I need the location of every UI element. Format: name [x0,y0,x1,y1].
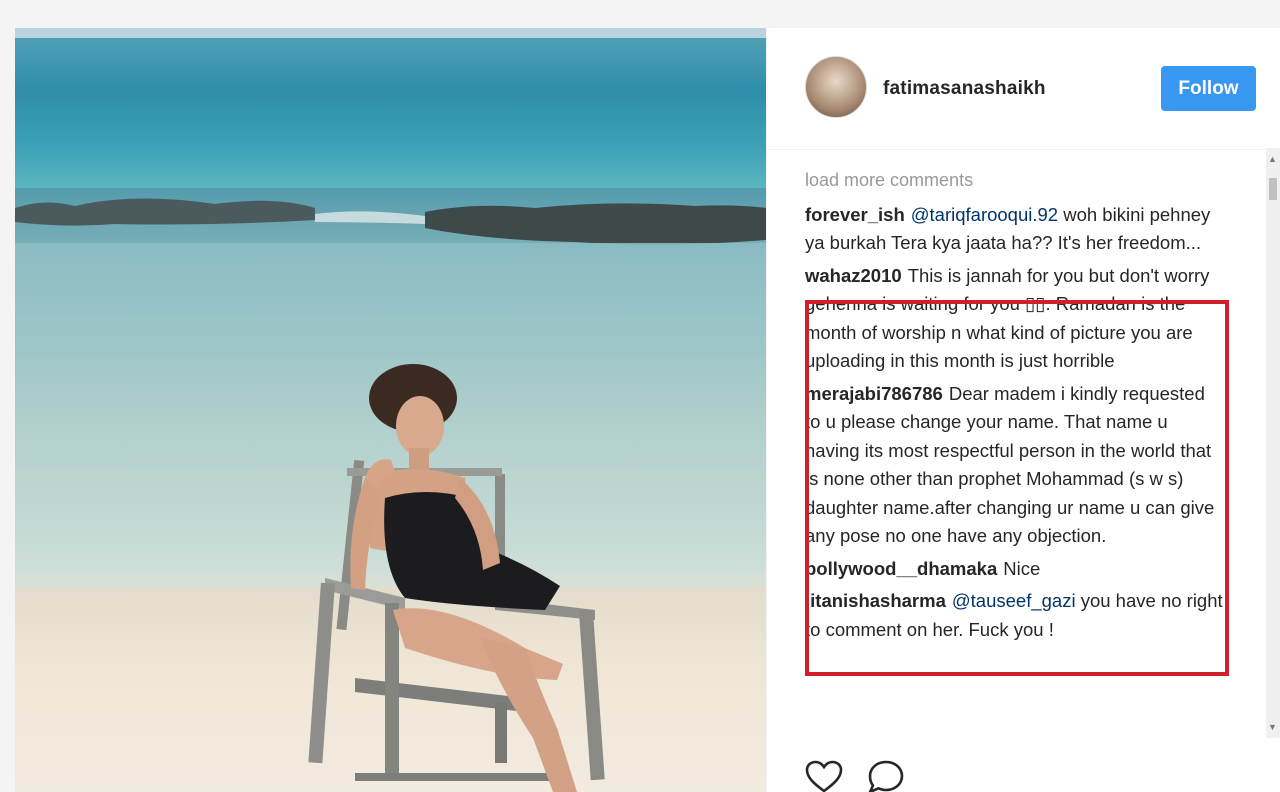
scroll-up-arrow-icon[interactable]: ▲ [1268,154,1277,164]
woman-on-chair [308,364,605,792]
comment-mention[interactable]: @tariqfarooqui.92 [911,204,1058,225]
heart-icon[interactable] [805,760,843,792]
load-more-comments-link[interactable]: load more comments [805,166,1225,195]
comment-item: forever_ish @tariqfarooqui.92 woh bikini … [805,201,1225,258]
photo-sky [15,28,766,38]
comment-username[interactable]: forever_ish [805,204,905,225]
post-actions [805,760,925,792]
post-username[interactable]: fatimasanashaikh [883,78,1046,100]
comments-scrollbar[interactable]: ▲ ▼ [1266,148,1280,738]
post-header: fatimasanashaikh Follow [767,28,1280,150]
photo-sea [15,38,766,188]
photo-rocks [15,198,766,245]
avatar[interactable] [805,56,867,118]
follow-button[interactable]: Follow [1161,66,1256,111]
comment-username[interactable]: wahaz2010 [805,265,902,286]
scroll-down-arrow-icon[interactable]: ▼ [1268,722,1277,732]
post-photo [15,28,766,792]
highlight-box [805,300,1229,676]
scroll-thumb[interactable] [1269,178,1277,200]
comment-icon[interactable] [867,760,905,792]
